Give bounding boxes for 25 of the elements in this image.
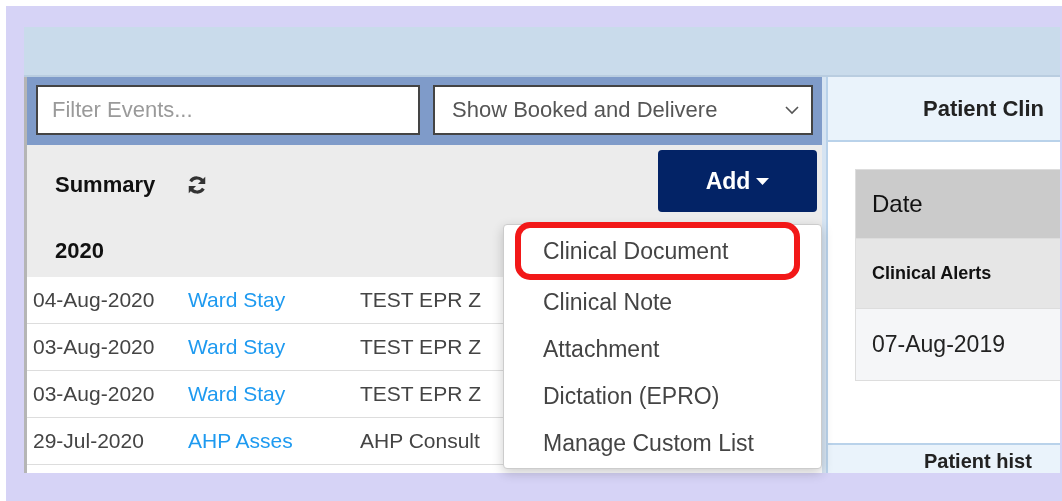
event-date: 04-Aug-2020: [32, 288, 156, 312]
menu-item[interactable]: Dictation (EPRO): [504, 373, 821, 420]
event-description: TEST EPR Z: [360, 288, 481, 312]
event-description: TEST EPR Z: [360, 382, 481, 406]
filter-field[interactable]: Filter Events...: [36, 85, 420, 135]
section-heading: Clinical Alerts: [872, 263, 992, 284]
event-date: 03-Aug-2020: [32, 335, 156, 359]
panel-title: Patient hist: [924, 450, 1032, 473]
column-header: Date: [872, 190, 923, 218]
view-dropdown[interactable]: Show Booked and Delivere: [433, 85, 813, 135]
event-date: 29-Jul-2020: [32, 429, 145, 453]
menu-item[interactable]: Clinical Document: [516, 223, 799, 279]
summary-heading: Summary: [55, 172, 156, 198]
table-cell: 07-Aug-2019: [872, 331, 1005, 358]
event-description: AHP Consult: [360, 429, 480, 453]
event-date: 03-Aug-2020: [32, 382, 156, 406]
caret-icon: [756, 177, 770, 185]
menu-item[interactable]: Clinical Note: [504, 279, 821, 326]
chevron-down-icon: [785, 105, 799, 115]
menu-item[interactable]: Manage Custom List: [504, 420, 821, 467]
add-button[interactable]: Add: [658, 150, 817, 212]
menu-item[interactable]: Attachment: [504, 326, 821, 373]
year-heading: 2020: [55, 238, 104, 264]
event-description: TEST EPR Z: [360, 335, 481, 359]
panel-title: Patient Clin: [923, 95, 1044, 122]
